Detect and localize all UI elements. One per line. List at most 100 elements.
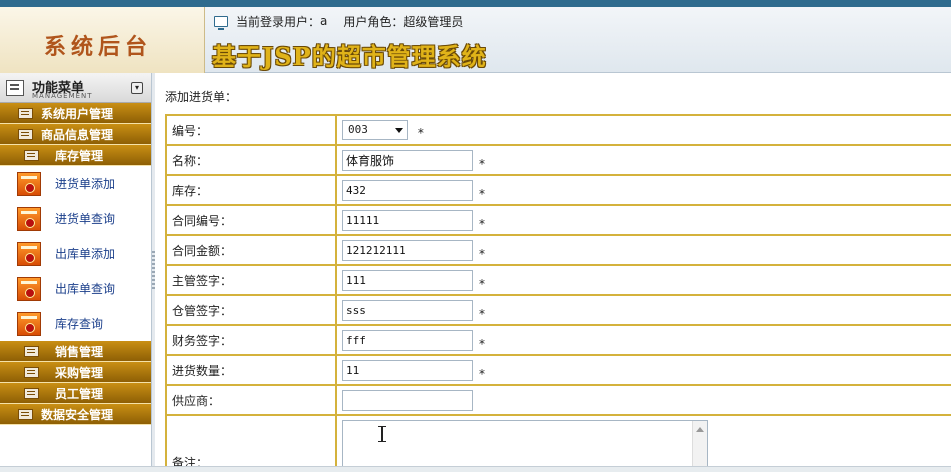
status-bar <box>0 466 951 472</box>
field-label: 财务签字： <box>165 324 337 356</box>
sidebar-splitter[interactable] <box>151 73 155 472</box>
role-value: 超级管理员 <box>403 14 464 29</box>
chevron-down-icon <box>395 127 403 133</box>
field-label: 主管签字： <box>165 264 337 296</box>
current-user-label: 当前登录用户： <box>236 14 321 29</box>
required-mark: * <box>417 126 424 141</box>
category-icon <box>18 128 33 140</box>
supervisor-sign-input[interactable] <box>342 269 473 291</box>
category-icon <box>18 107 33 119</box>
menu-category-product-info[interactable]: 商品信息管理 <box>0 124 151 145</box>
menu-subtitle: MANAGEMENT <box>32 92 93 100</box>
finance-sign-input[interactable] <box>342 329 473 351</box>
menu-item-purchase-query[interactable]: 进货单查询 <box>0 201 151 236</box>
category-icon <box>24 149 39 161</box>
menu-category-staff[interactable]: 员工管理 <box>0 383 151 404</box>
menu-category-label: 数据安全管理 <box>41 407 114 422</box>
menu-category-label: 采购管理 <box>55 365 104 380</box>
contract-no-input[interactable] <box>342 209 473 231</box>
textarea-scrollbar[interactable] <box>692 421 707 472</box>
required-mark: * <box>479 276 485 291</box>
form-row-finance-sign: 财务签字： * <box>165 324 951 356</box>
form-row-remark: 备注： <box>165 414 951 472</box>
menu-category-sales[interactable]: 销售管理 <box>0 341 151 362</box>
menu-item-purchase-add[interactable]: 进货单添加 <box>0 166 151 201</box>
contract-amount-input[interactable] <box>342 239 473 261</box>
form-row-name: 名称： * <box>165 144 951 176</box>
field-label: 供应商： <box>165 384 337 416</box>
field-label: 编号： <box>165 114 337 146</box>
form-row-supervisor-sign: 主管签字： * <box>165 264 951 296</box>
required-mark: * <box>479 246 485 261</box>
form-row-stock: 库存： * <box>165 174 951 206</box>
menu-item-label: 出库单查询 <box>55 282 116 296</box>
required-mark: * <box>479 186 485 201</box>
id-select[interactable]: 003 <box>342 119 408 140</box>
form-caption: 添加进货单： <box>165 90 238 104</box>
remark-textarea[interactable] <box>342 420 708 472</box>
menu-category-label: 员工管理 <box>55 386 104 401</box>
document-icon <box>17 206 41 231</box>
required-mark: * <box>479 216 485 231</box>
stock-input[interactable] <box>342 179 473 201</box>
menu-item-outbound-add[interactable]: 出库单添加 <box>0 236 151 271</box>
form-row-supplier: 供应商： <box>165 384 951 416</box>
field-label: 备注： <box>165 414 337 472</box>
category-icon <box>24 387 39 399</box>
menu-category-system-users[interactable]: 系统用户管理 <box>0 103 151 124</box>
field-label: 库存： <box>165 174 337 206</box>
current-user: a <box>320 14 328 28</box>
supplier-input[interactable] <box>342 389 473 411</box>
category-icon <box>24 345 39 357</box>
form-row-quantity: 进货数量： * <box>165 354 951 386</box>
system-title: 基于JSP的超市管理系统 <box>212 42 487 71</box>
role-label: 用户角色： <box>343 14 404 29</box>
menu-item-outbound-query[interactable]: 出库单查询 <box>0 271 151 306</box>
menu-category-inventory[interactable]: 库存管理 <box>0 145 151 166</box>
monitor-icon <box>214 15 228 30</box>
required-mark: * <box>479 336 485 351</box>
required-mark: * <box>479 156 485 171</box>
splitter-grip-icon[interactable] <box>152 251 155 291</box>
form-row-contract-amount: 合同金额： * <box>165 234 951 266</box>
header: 系统后台 当前登录用户： a 用户角色： 超级管理员 基于JSP的超市管理系统 <box>0 7 951 73</box>
menu-category-label: 库存管理 <box>55 148 104 163</box>
field-label: 合同编号： <box>165 204 337 236</box>
document-icon <box>17 241 41 266</box>
user-bar: 当前登录用户： a 用户角色： 超级管理员 <box>214 11 463 31</box>
category-icon <box>18 408 33 420</box>
form-row-contract-no: 合同编号： * <box>165 204 951 236</box>
id-select-value: 003 <box>348 123 368 137</box>
warehouse-sign-input[interactable] <box>342 299 473 321</box>
document-icon <box>17 276 41 301</box>
category-icon <box>24 366 39 378</box>
name-input[interactable] <box>342 149 473 171</box>
form-row-warehouse-sign: 仓管签字： * <box>165 294 951 326</box>
menu-item-label: 进货单查询 <box>55 212 116 226</box>
purchase-form-table: 编号： 003 * 名称： * 库存： * 合同编号： * 合同金额： * 主管… <box>165 114 951 472</box>
menu-category-procurement[interactable]: 采购管理 <box>0 362 151 383</box>
required-mark: * <box>479 306 485 321</box>
document-icon <box>17 311 41 336</box>
sidebar: 功能菜单 MANAGEMENT ▾ 系统用户管理 商品信息管理 库存管理 进货单… <box>0 73 152 472</box>
logo-text: 系统后台 <box>44 34 153 60</box>
menu-item-stock-query[interactable]: 库存查询 <box>0 306 151 341</box>
menu-header: 功能菜单 MANAGEMENT ▾ <box>0 73 151 103</box>
form-row-id: 编号： 003 * <box>165 114 951 146</box>
quantity-input[interactable] <box>342 359 473 381</box>
field-label: 仓管签字： <box>165 294 337 326</box>
menu-item-label: 库存查询 <box>55 317 104 331</box>
window-top-strip <box>0 0 951 7</box>
collapse-icon[interactable]: ▾ <box>131 82 143 94</box>
logo-box: 系统后台 <box>0 7 205 73</box>
menu-category-label: 商品信息管理 <box>41 127 114 142</box>
menu-category-label: 系统用户管理 <box>41 106 114 121</box>
menu-item-label: 出库单添加 <box>55 247 116 261</box>
document-icon <box>17 171 41 196</box>
menu-category-data-security[interactable]: 数据安全管理 <box>0 404 151 425</box>
field-label: 进货数量： <box>165 354 337 386</box>
field-label: 名称： <box>165 144 337 176</box>
main-content: 添加进货单： 编号： 003 * 名称： * 库存： * 合同编号： * 合同金… <box>156 73 951 472</box>
menu-category-label: 销售管理 <box>55 344 104 359</box>
menu-icon <box>6 80 24 96</box>
